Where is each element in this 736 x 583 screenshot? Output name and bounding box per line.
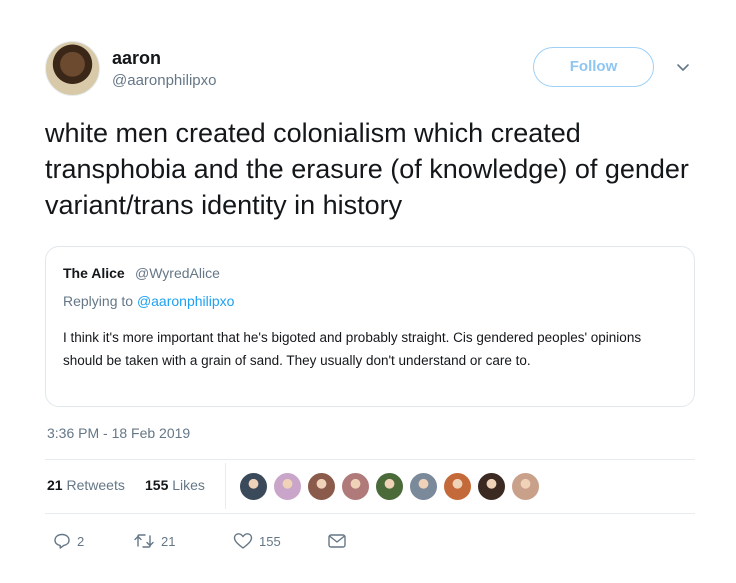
envelope-icon [328,534,346,548]
author-avatar[interactable] [45,41,100,96]
stats-divider [225,463,226,509]
likes-label: Likes [172,477,205,493]
liker-avatar[interactable] [511,472,540,501]
like-button[interactable]: 155 [233,530,281,552]
direct-message-button[interactable] [327,530,347,552]
retweet-count: 21 [161,533,176,549]
liker-avatar[interactable] [443,472,472,501]
reply-count: 2 [77,533,85,549]
author-name[interactable]: aaron [112,48,161,69]
tweet-text: white men created colonialism which crea… [45,118,689,220]
liker-avatar[interactable] [341,472,370,501]
liker-avatar[interactable] [477,472,506,501]
reply-button[interactable]: 2 [53,530,84,552]
divider [45,459,695,460]
like-count: 155 [259,533,281,549]
replying-to-label: Replying to [63,293,134,309]
liker-avatar[interactable] [375,472,404,501]
chevron-down-icon[interactable] [676,60,690,74]
replying-to-handle[interactable]: @aaronphilipxo [137,293,235,309]
tweet-timestamp[interactable]: 3:36 PM - 18 Feb 2019 [47,425,190,441]
follow-button[interactable]: Follow [533,47,654,87]
author-handle[interactable]: @aaronphilipxo [112,72,216,89]
retweets-label: Retweets [66,477,125,493]
reply-icon [54,533,70,549]
quoted-author-handle: @WyredAlice [135,265,220,281]
retweets-stat[interactable]: 21 Retweets [47,477,125,493]
quoted-tweet-text: I think it's more important that he's bi… [63,330,642,368]
divider [45,513,695,514]
likes-count: 155 [145,477,169,493]
liker-avatar[interactable] [307,472,336,501]
liker-avatar[interactable] [409,472,438,501]
replying-to: Replying to @aaronphilipxo [63,293,234,309]
retweet-icon [134,534,154,548]
tweet-card: aaron @aaronphilipxo Follow white men cr… [0,0,736,583]
liker-avatar[interactable] [273,472,302,501]
quoted-tweet[interactable]: The Alice @WyredAlice Replying to @aaron… [45,246,695,407]
heart-icon [233,533,253,549]
liker-avatar[interactable] [239,472,268,501]
retweets-count: 21 [47,477,63,493]
quoted-author-name: The Alice [63,265,125,281]
retweet-button[interactable]: 21 [133,530,175,552]
likes-stat[interactable]: 155 Likes [145,477,205,493]
